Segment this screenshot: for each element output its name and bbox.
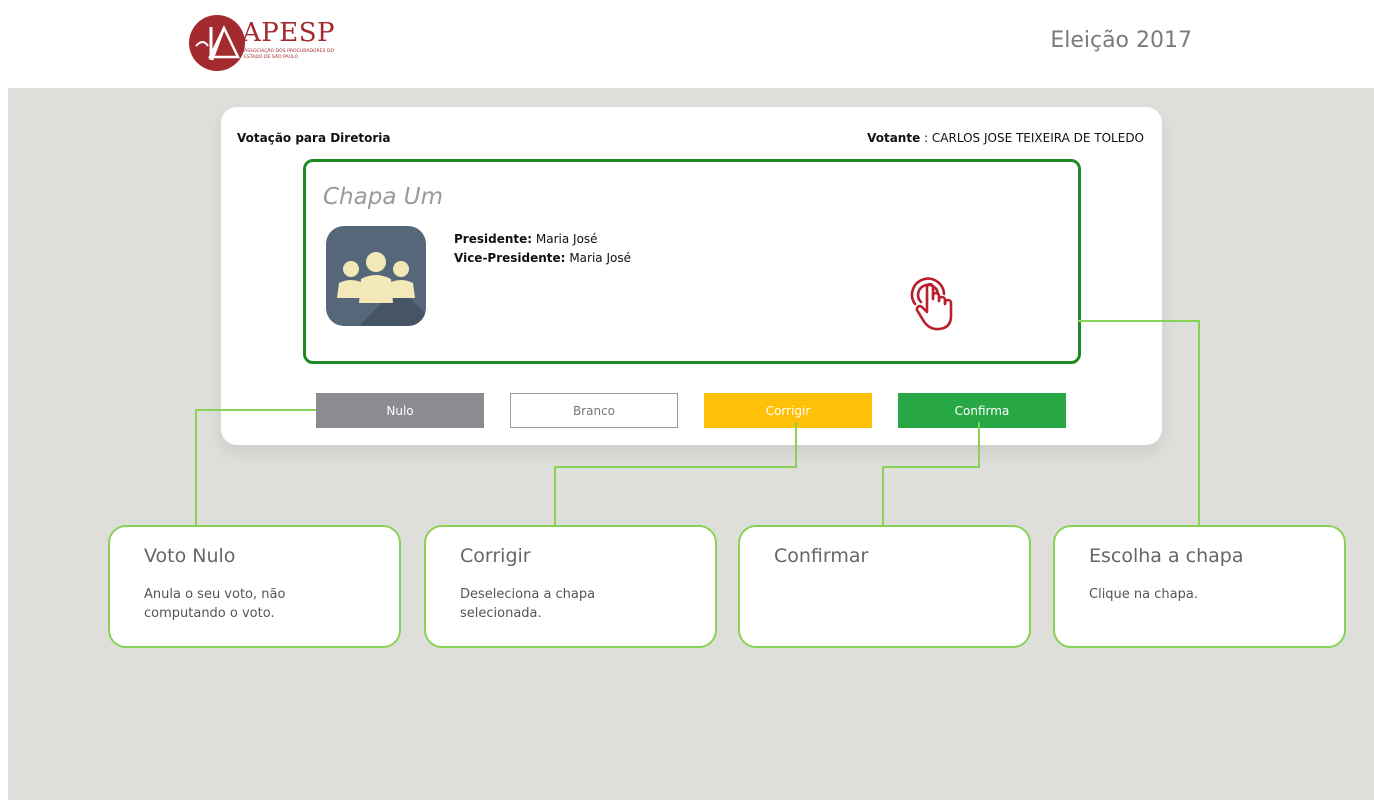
vice-president-label: Vice-Presidente: xyxy=(454,251,566,265)
ballot-card: Votação para Diretoria Votante : CARLOS … xyxy=(221,107,1162,445)
corrigir-button[interactable]: Corrigir xyxy=(704,393,872,428)
confirma-button[interactable]: Confirma xyxy=(898,393,1066,428)
callout-corrigir: Corrigir Deseleciona a chapa selecionada… xyxy=(424,525,717,648)
slate-name: Chapa Um xyxy=(323,184,443,210)
callout-text: Clique na chapa. xyxy=(1089,587,1198,602)
vice-president-row: Vice-Presidente: Maria José xyxy=(454,249,631,268)
president-row: Presidente: Maria José xyxy=(454,230,631,249)
ballot-title: Votação para Diretoria xyxy=(237,131,391,145)
nulo-button[interactable]: Nulo xyxy=(316,393,484,428)
voter-label: Votante xyxy=(867,131,921,145)
voter-info: Votante : CARLOS JOSE TEIXEIRA DE TOLEDO xyxy=(867,131,1144,145)
header: APESP Associação dos Procuradores do Est… xyxy=(0,0,1374,88)
tap-hand-icon xyxy=(910,277,953,331)
callout-text: Anula o seu voto, não computando o voto. xyxy=(144,587,286,621)
slate-option[interactable]: Chapa Um Presidente: Maria José Vice-Pre… xyxy=(303,159,1081,364)
page-title: Eleição 2017 xyxy=(1050,28,1192,53)
callout-text: Deseleciona a chapa selecionada. xyxy=(460,587,596,621)
callout-voto-nulo: Voto Nulo Anula o seu voto, não computan… xyxy=(108,525,401,648)
slate-members: Presidente: Maria José Vice-Presidente: … xyxy=(454,230,631,268)
callout-title: Confirmar xyxy=(774,545,869,567)
vice-president-name: Maria José xyxy=(569,251,631,265)
president-label: Presidente: xyxy=(454,232,533,246)
branco-button[interactable]: Branco xyxy=(510,393,678,428)
logo-subtitle: Associação dos Procuradores do Estado de… xyxy=(244,49,335,60)
callout-title: Corrigir xyxy=(460,545,531,567)
callout-confirmar: Confirmar xyxy=(738,525,1031,648)
callout-title: Voto Nulo xyxy=(144,545,236,567)
callout-title: Escolha a chapa xyxy=(1089,545,1244,567)
logo-name: APESP xyxy=(242,18,336,48)
apesp-logo: APESP Associação dos Procuradores do Est… xyxy=(188,14,348,72)
voter-separator: : xyxy=(920,131,932,145)
callout-escolha-chapa: Escolha a chapa Clique na chapa. xyxy=(1053,525,1346,648)
group-icon xyxy=(326,226,426,326)
voter-name: CARLOS JOSE TEIXEIRA DE TOLEDO xyxy=(931,131,1144,145)
president-name: Maria José xyxy=(535,232,598,246)
scales-icon xyxy=(189,15,245,71)
